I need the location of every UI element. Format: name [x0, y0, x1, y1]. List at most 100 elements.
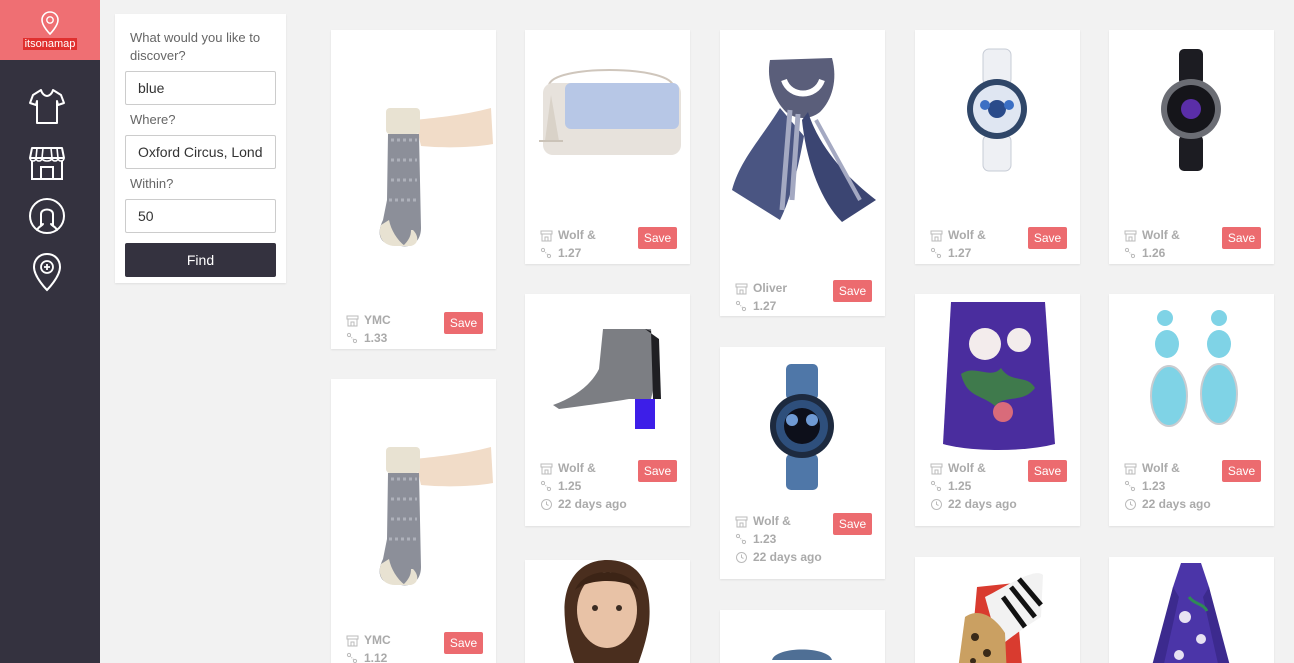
- distance-icon: [735, 533, 748, 546]
- store-icon: [346, 314, 359, 327]
- product-meta: Wolf & 1.23 22 days ago: [1124, 459, 1211, 513]
- discover-label: What would you like to discover?: [130, 30, 261, 63]
- product-card[interactable]: Wolf & 1.23 22 days ago Save: [1109, 294, 1274, 526]
- product-image[interactable]: [525, 30, 690, 190]
- find-button[interactable]: Find: [125, 243, 276, 277]
- store-name: Wolf &: [558, 228, 596, 242]
- clock-icon: [735, 551, 748, 564]
- product-image[interactable]: [915, 557, 1080, 663]
- where-label: Where?: [130, 112, 176, 127]
- save-button[interactable]: Save: [1222, 460, 1261, 482]
- distance-value: 1.23: [1142, 479, 1166, 493]
- product-image[interactable]: [1109, 557, 1274, 663]
- store-icon: [540, 462, 553, 475]
- person-icon[interactable]: [28, 196, 66, 236]
- distance-icon: [930, 480, 943, 493]
- store-icon: [1124, 229, 1137, 242]
- product-card[interactable]: Wolf & 1.23 22 days ago Save: [720, 347, 885, 579]
- product-meta: Wolf & 1.27 22 days ago: [930, 226, 1017, 264]
- product-card[interactable]: YMC 1.33 25 days ago Save: [331, 30, 496, 349]
- store-icon: [930, 462, 943, 475]
- search-panel: What would you like to discover? Where? …: [115, 14, 286, 283]
- store-icon: [735, 282, 748, 295]
- product-image[interactable]: [1109, 294, 1274, 454]
- product-card[interactable]: [1109, 557, 1274, 663]
- product-meta: YMC 1.33 25 days ago: [346, 311, 433, 349]
- product-meta: YMC 1.12: [346, 631, 391, 663]
- product-image[interactable]: [525, 560, 690, 663]
- store-name: Wolf &: [1142, 228, 1180, 242]
- distance-icon: [1124, 247, 1137, 260]
- save-button[interactable]: Save: [1222, 227, 1261, 249]
- store-icon: [346, 634, 359, 647]
- clock-icon: [930, 498, 943, 511]
- store-icon: [735, 515, 748, 528]
- save-button[interactable]: Save: [1028, 227, 1067, 249]
- sidebar: itsonamap: [0, 0, 100, 663]
- product-card[interactable]: [720, 610, 885, 663]
- posted-age: 22 days ago: [558, 497, 627, 511]
- where-input[interactable]: [125, 135, 276, 169]
- save-button[interactable]: Save: [638, 227, 677, 249]
- product-card[interactable]: Wolf & 1.27 22 days ago Save: [525, 30, 690, 264]
- posted-age: 24 days ago: [753, 315, 822, 316]
- product-card[interactable]: Wolf & 1.26 22 days ago Save: [1109, 30, 1274, 264]
- add-location-icon[interactable]: [28, 252, 66, 292]
- product-image[interactable]: [720, 347, 885, 507]
- distance-value: 1.23: [753, 532, 777, 546]
- store-name: Wolf &: [558, 461, 596, 475]
- product-card[interactable]: Wolf & 1.27 22 days ago Save: [915, 30, 1080, 264]
- brand-logo[interactable]: itsonamap: [0, 0, 100, 60]
- product-image[interactable]: [720, 610, 885, 663]
- posted-age: 22 days ago: [558, 262, 627, 264]
- save-button[interactable]: Save: [444, 312, 483, 334]
- distance-icon: [1124, 480, 1137, 493]
- store-name: YMC: [364, 313, 391, 327]
- brand-name: itsonamap: [22, 37, 78, 50]
- save-button[interactable]: Save: [444, 632, 483, 654]
- posted-age: 22 days ago: [1142, 497, 1211, 511]
- within-label: Within?: [130, 176, 174, 191]
- product-image[interactable]: [915, 294, 1080, 459]
- distance-value: 1.27: [948, 246, 972, 260]
- clothing-icon[interactable]: [28, 86, 66, 126]
- product-card[interactable]: [525, 560, 690, 663]
- distance-value: 1.27: [753, 299, 777, 313]
- save-button[interactable]: Save: [833, 280, 872, 302]
- store-icon: [540, 229, 553, 242]
- store-name: YMC: [364, 633, 391, 647]
- distance-icon: [346, 652, 359, 663]
- save-button[interactable]: Save: [638, 460, 677, 482]
- clock-icon: [540, 498, 553, 511]
- product-card[interactable]: Wolf & 1.25 22 days ago Save: [525, 294, 690, 526]
- store-name: Oliver: [753, 281, 788, 295]
- within-input[interactable]: [125, 199, 276, 233]
- product-image[interactable]: [915, 30, 1080, 190]
- store-icon[interactable]: [28, 142, 66, 182]
- product-meta: Wolf & 1.25 22 days ago: [540, 459, 627, 513]
- store-name: Wolf &: [948, 228, 986, 242]
- product-meta: Wolf & 1.25 22 days ago: [930, 459, 1017, 513]
- product-card[interactable]: [915, 557, 1080, 663]
- product-meta: Wolf & 1.23 22 days ago: [735, 512, 822, 566]
- product-meta: Wolf & 1.26 22 days ago: [1124, 226, 1211, 264]
- product-card[interactable]: Oliver 1.27 24 days ago Save: [720, 30, 885, 316]
- distance-icon: [540, 480, 553, 493]
- posted-age: 22 days ago: [948, 497, 1017, 511]
- distance-value: 1.25: [558, 479, 582, 493]
- product-image[interactable]: [525, 294, 690, 454]
- product-meta: Wolf & 1.27 22 days ago: [540, 226, 627, 264]
- distance-value: 1.12: [364, 651, 388, 663]
- save-button[interactable]: Save: [1028, 460, 1067, 482]
- product-meta: Oliver 1.27 24 days ago: [735, 279, 822, 316]
- save-button[interactable]: Save: [833, 513, 872, 535]
- product-image[interactable]: [331, 379, 496, 619]
- discover-input[interactable]: [125, 71, 276, 105]
- product-image[interactable]: [1109, 30, 1274, 190]
- product-image[interactable]: [720, 30, 885, 250]
- product-image[interactable]: [331, 30, 496, 290]
- map-pin-logo-icon: [41, 10, 59, 35]
- distance-icon: [540, 247, 553, 260]
- product-card[interactable]: Wolf & 1.25 22 days ago Save: [915, 294, 1080, 526]
- product-card[interactable]: YMC 1.12 Save: [331, 379, 496, 663]
